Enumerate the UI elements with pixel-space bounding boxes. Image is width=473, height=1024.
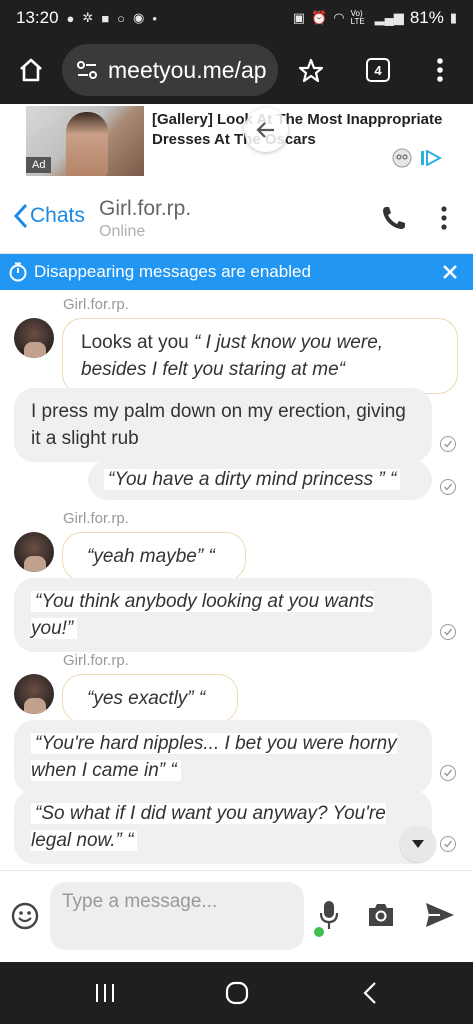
more-notifications-dot: • (152, 10, 157, 26)
call-button[interactable] (380, 204, 408, 237)
back-overlay-button[interactable] (244, 108, 288, 152)
ad-label: Ad (26, 157, 52, 173)
camera-button[interactable] (366, 901, 396, 934)
message-sender: Girl.for.rp. (63, 510, 129, 527)
online-indicator (314, 927, 324, 937)
system-nav-bar (0, 962, 473, 1024)
message-text: “You have a dirty mind princess ” “ (104, 469, 401, 490)
more-vert-icon (441, 206, 447, 230)
check-icon (440, 479, 456, 495)
ad-badges (392, 148, 442, 168)
message-sender: Girl.for.rp. (63, 296, 129, 313)
battery-icon: ▮ (449, 10, 457, 25)
printer-notification-icon: ■ (101, 10, 110, 26)
chat-header: Chats Girl.for.rp. Online (0, 182, 473, 254)
check-icon (440, 624, 456, 640)
wifi-icon: ◠ (333, 10, 345, 25)
url-text: meetyou.me/ap (108, 56, 267, 83)
message-composer (0, 870, 473, 962)
incoming-message[interactable]: Looks at you “ I just know you were, bes… (62, 318, 458, 394)
browser-toolbar: meetyou.me/ap 4 (0, 36, 473, 104)
chevron-left-icon (13, 203, 28, 229)
home-circle-icon (225, 981, 249, 1005)
check-icon (440, 765, 456, 781)
lock-icon: ▣ (292, 10, 306, 25)
send-icon (426, 903, 454, 927)
camera-icon (369, 904, 393, 926)
microphone-icon (319, 901, 339, 929)
incoming-message[interactable]: “yes exactly” “ (62, 674, 238, 723)
settings-notification-icon: ✲ (82, 10, 94, 25)
message-text: “So what if I did want you anyway? You'r… (31, 803, 386, 851)
message-input[interactable] (50, 882, 304, 950)
signal-icon: ▂▄▆ (374, 10, 404, 25)
circle-notification-icon: ○ (117, 10, 126, 26)
smiley-icon (11, 902, 39, 930)
message-list[interactable]: Girl.for.rp. Looks at you “ I just know … (0, 290, 473, 870)
status-time: 13:20 (16, 8, 59, 27)
site-settings-icon[interactable] (76, 59, 98, 81)
message-text: “yes exactly” “ (87, 688, 206, 709)
home-button[interactable] (0, 56, 62, 84)
close-icon[interactable] (439, 261, 461, 283)
message-text: “You think anybody looking at you wants … (31, 591, 375, 639)
phone-icon (383, 207, 405, 229)
ad-banner[interactable]: Ad [Gallery] Look At The Most Inappropri… (0, 104, 473, 180)
chat-notification-icon: ● (66, 10, 75, 26)
back-to-chats-button[interactable]: Chats (12, 202, 85, 230)
lte-label: Vo) LTE (350, 9, 365, 26)
avatar[interactable] (14, 318, 54, 358)
star-icon (298, 58, 324, 83)
outgoing-message[interactable]: “You have a dirty mind princess ” “ (88, 460, 432, 500)
scroll-to-bottom-button[interactable] (400, 826, 436, 862)
avatar[interactable] (14, 532, 54, 572)
message-text: “You're hard nipples... I bet you were h… (31, 733, 397, 781)
message-text: “yeah maybe” “ (87, 546, 215, 567)
incoming-message[interactable]: “yeah maybe” “ (62, 532, 246, 581)
disappearing-messages-banner: Disappearing messages are enabled (0, 254, 473, 290)
ad-choices-icon[interactable] (420, 150, 442, 166)
outgoing-message[interactable]: I press my palm down on my erection, giv… (14, 388, 432, 462)
avatar[interactable] (14, 674, 54, 714)
message-text: Looks at you (81, 332, 195, 353)
recents-icon (96, 984, 114, 1002)
back-nav-button[interactable] (360, 980, 382, 1011)
outgoing-message[interactable]: “You think anybody looking at you wants … (14, 578, 432, 652)
home-icon (20, 58, 42, 82)
check-icon (440, 836, 456, 852)
battery-level: 81% (409, 8, 444, 27)
ad-title[interactable]: [Gallery] Look At The Most Inappropriate… (152, 110, 452, 150)
message-sender: Girl.for.rp. (63, 652, 129, 669)
message-text: I press my palm down on my erection, giv… (31, 401, 406, 449)
contact-name[interactable]: Girl.for.rp. (99, 197, 191, 221)
check-icon (440, 436, 456, 452)
send-button[interactable] (424, 901, 456, 934)
chat-options-button[interactable] (438, 204, 450, 237)
outgoing-message[interactable]: “So what if I did want you anyway? You'r… (14, 790, 432, 864)
banner-text: Disappearing messages are enabled (34, 262, 311, 281)
back-chevron-icon (363, 982, 376, 1004)
recent-apps-button[interactable] (92, 980, 118, 1011)
browser-menu-button[interactable] (432, 56, 448, 84)
more-vert-icon (437, 58, 443, 82)
caret-down-icon (412, 840, 424, 848)
back-label: Chats (30, 204, 85, 227)
tabs-button[interactable]: 4 (366, 58, 390, 82)
bookmark-button[interactable] (298, 58, 324, 84)
contact-status: Online (99, 223, 146, 240)
status-bar: 13:20 ● ✲ ■ ○ ◉ • ▣ ⏰ ◠ Vo) LTE ▂▄▆ 81% … (0, 0, 473, 36)
alarm-icon: ⏰ (311, 10, 328, 25)
account-notification-icon: ◉ (133, 10, 145, 25)
ad-choices-face-icon[interactable] (392, 148, 412, 168)
address-bar[interactable]: meetyou.me/ap (62, 44, 278, 96)
timer-icon (9, 262, 27, 282)
outgoing-message[interactable]: “You're hard nipples... I bet you were h… (14, 720, 432, 794)
home-nav-button[interactable] (224, 980, 250, 1011)
tab-count: 4 (366, 58, 390, 82)
arrow-left-icon (256, 122, 274, 138)
emoji-button[interactable] (10, 901, 40, 936)
